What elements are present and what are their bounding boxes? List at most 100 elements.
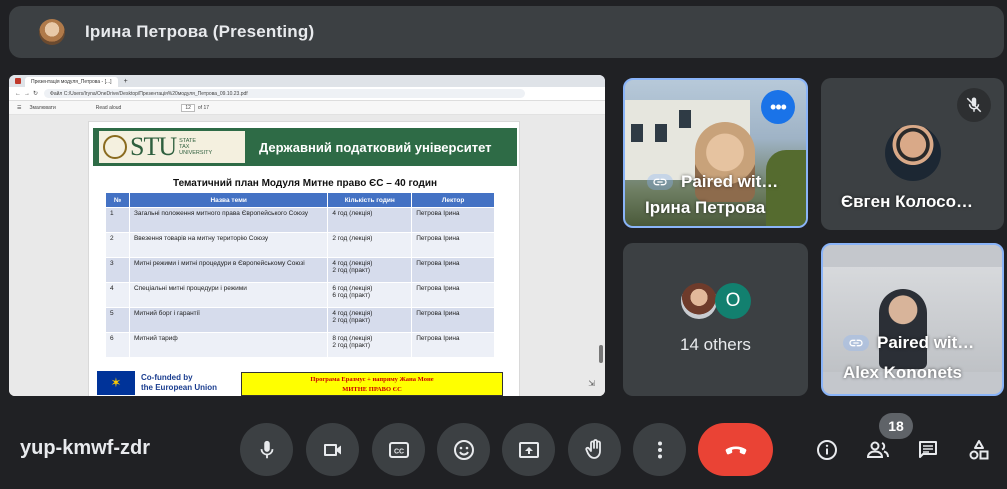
pdf-icon	[15, 78, 21, 84]
row-lecturer: Петрова Ірина	[411, 332, 495, 358]
hang-up-icon	[725, 446, 746, 454]
row-lecturer: Петрова Ірина	[411, 307, 495, 333]
browser-url: Файл C:/Users/Iryna/OneDrive/Desktop/Пре…	[44, 89, 525, 98]
participant-name-alex: Alex Kononets	[843, 363, 963, 382]
captions-button[interactable]: CC	[372, 423, 425, 476]
link-icon	[843, 335, 869, 351]
shared-screen[interactable]: Презентація модуля_Петрова - [...] + ←→↻…	[9, 75, 605, 396]
pdf-toolbar: ☰ Змалювати Read aloud 12 of 17	[9, 101, 605, 115]
raise-hand-button[interactable]	[568, 423, 621, 476]
row-lecturer: Петрова Ірина	[411, 257, 495, 283]
col-topic: Назва теми	[128, 192, 329, 208]
table-row: 2 Ввезення товарів на митну територію Сою…	[105, 232, 495, 258]
camera-icon	[323, 443, 341, 456]
stu-logo-text: STU	[130, 132, 177, 161]
pdf-viewport: STU STATE TAX UNIVERSITY Державний подат…	[9, 115, 605, 396]
browser-tab: Презентація модуля_Петрова - [...]	[25, 77, 118, 87]
col-lecturer: Лектор	[411, 192, 495, 208]
row-hours: 2 год (лекція)	[327, 232, 413, 258]
thematic-plan-table: № Назва теми Кількість годин Лектор 1 Заг…	[105, 192, 495, 358]
emoji-icon	[453, 439, 474, 460]
more-options-button[interactable]: •••	[761, 90, 795, 124]
row-lecturer: Петрова Ірина	[411, 207, 495, 233]
presenting-bar: Ірина Петрова (Presenting)	[9, 6, 1004, 58]
stu-logo-sub: STATE TAX UNIVERSITY	[179, 138, 213, 156]
captions-icon: CC	[388, 441, 409, 458]
stu-logo: STU STATE TAX UNIVERSITY	[99, 131, 245, 163]
paired-indicator: Paired wit…	[647, 172, 778, 192]
presenting-title: Ірина Петрова (Presenting)	[85, 22, 315, 41]
participant-tile-irina[interactable]: ••• Paired wit… Ірина Петрова	[623, 78, 808, 228]
table-header-row: № Назва теми Кількість годин Лектор	[105, 192, 495, 208]
pdf-menu-icon: ☰	[17, 104, 22, 111]
participant-video-alex	[879, 289, 927, 369]
row-topic: Спеціальні митні процедури і режими	[128, 282, 329, 308]
col-hours: Кількість годин	[327, 192, 413, 208]
meeting-code: yup-kmwf-zdr	[20, 437, 150, 459]
row-number: 2	[105, 232, 130, 258]
avatar-evgen	[885, 125, 941, 181]
row-hours: 6 год (лекція) 6 год (практ)	[327, 282, 413, 308]
mic-off-icon	[957, 88, 991, 122]
hand-icon	[584, 438, 601, 459]
participant-tile-alex[interactable]: Paired wit… Alex Kononets	[821, 243, 1004, 396]
chat-button[interactable]	[914, 436, 942, 464]
pdf-read-aloud: Read aloud	[95, 104, 122, 111]
more-options-button[interactable]	[633, 423, 686, 476]
slide-page: STU STATE TAX UNIVERSITY Державний подат…	[88, 121, 520, 396]
pdf-draw-label: Змалювати	[29, 104, 56, 111]
more-vert-icon	[657, 441, 662, 458]
eu-cofunded-text: Co-funded by the European Union	[141, 373, 217, 392]
mic-icon	[260, 440, 273, 458]
row-hours: 4 год (лекція) 2 год (практ)	[327, 257, 413, 283]
pdf-scrollbar[interactable]	[599, 345, 603, 363]
presenter-avatar	[39, 19, 65, 45]
row-topic: Митні режими і митні процедури в Європей…	[128, 257, 329, 283]
eu-flag-icon: ✶	[97, 371, 135, 395]
row-lecturer: Петрова Ірина	[411, 282, 495, 308]
browser-nav-icons: ←→↻	[15, 91, 42, 97]
others-count: 14 others	[680, 335, 751, 354]
people-button[interactable]	[864, 436, 892, 464]
mic-button[interactable]	[240, 423, 293, 476]
table-row: 5 Митний борг і гарантії 4 год (лекція) 2 г…	[105, 307, 495, 333]
participant-name-evgen: Євген Колосо…	[841, 192, 973, 211]
present-screen-icon	[518, 441, 539, 458]
info-icon	[817, 440, 837, 460]
chat-icon	[919, 441, 937, 458]
others-tile[interactable]: O 14 others	[623, 243, 808, 396]
leave-call-button[interactable]	[698, 423, 773, 476]
row-topic: Митний борг і гарантії	[128, 307, 329, 333]
row-topic: Ввезення товарів на митну територію Союз…	[128, 232, 329, 258]
activities-shapes-icon	[969, 440, 989, 460]
row-hours: 4 год (лекція) 2 год (практ)	[327, 307, 413, 333]
row-hours: 4 год (лекція)	[327, 207, 413, 233]
table-row: 3 Митні режими і митні процедури в Європе…	[105, 257, 495, 283]
pdf-page-input: 12	[181, 103, 195, 112]
table-row: 1 Загальні положення митного права Європе…	[105, 207, 495, 233]
avatar-other-2: O	[715, 283, 751, 319]
reactions-button[interactable]	[437, 423, 490, 476]
row-topic: Митний тариф	[128, 332, 329, 358]
row-number: 4	[105, 282, 130, 308]
browser-tab-strip: Презентація модуля_Петрова - [...] +	[9, 75, 605, 87]
svg-text:CC: CC	[393, 448, 403, 455]
paired-indicator: Paired wit…	[843, 333, 974, 353]
participant-tile-evgen[interactable]: Євген Колосо…	[821, 78, 1004, 230]
present-button[interactable]	[502, 423, 555, 476]
erasmus-banner: Програма Еразмус + напряму Жана Моне МИТ…	[241, 372, 503, 396]
link-icon	[647, 174, 673, 190]
row-lecturer: Петрова Ірина	[411, 232, 495, 258]
row-number: 5	[105, 307, 130, 333]
meeting-info-button[interactable]	[813, 436, 841, 464]
row-number: 1	[105, 207, 130, 233]
activities-button[interactable]	[965, 436, 993, 464]
row-hours: 8 год (лекція) 2 год (практ)	[327, 332, 413, 358]
camera-button[interactable]	[306, 423, 359, 476]
slide-header: STU STATE TAX UNIVERSITY Державний подат…	[93, 128, 517, 166]
table-row: 6 Митний тариф 8 год (лекція) 2 год (практ)…	[105, 332, 495, 358]
row-number: 6	[105, 332, 130, 358]
new-tab-icon: +	[123, 77, 128, 85]
stu-seal-icon	[103, 135, 127, 159]
eu-cofunded: ✶ Co-funded by the European Union	[97, 370, 229, 396]
